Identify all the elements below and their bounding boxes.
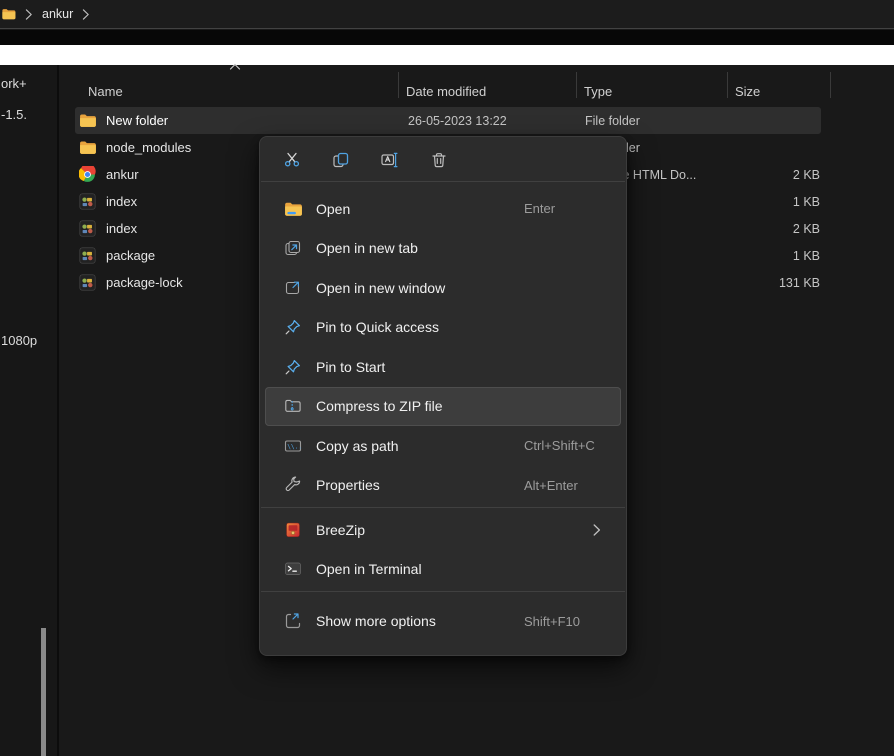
- menu-item-pin-to-quick-access[interactable]: Pin to Quick access: [265, 308, 621, 348]
- column-header-size[interactable]: Size: [735, 84, 760, 99]
- folder-icon: [79, 139, 96, 156]
- file-type: File folder: [585, 114, 640, 128]
- menu-item-label: Properties: [316, 477, 380, 493]
- menu-item-label: Copy as path: [316, 438, 399, 454]
- menu-item-pin-to-start[interactable]: Pin to Start: [265, 347, 621, 387]
- cropped-left-pane: ork+ -1.5. 1080p: [0, 65, 57, 756]
- breadcrumb-segment[interactable]: ankur: [42, 7, 73, 21]
- menu-item-open-in-new-window[interactable]: Open in new window: [265, 268, 621, 308]
- scrollbar-thumb[interactable]: [41, 628, 46, 756]
- show-more-icon: [284, 612, 302, 630]
- app-file-icon: [79, 193, 96, 210]
- menu-separator: [261, 507, 625, 508]
- pin-icon: [284, 358, 302, 376]
- menu-item-label: Pin to Quick access: [316, 319, 439, 335]
- rename-icon: [380, 150, 400, 170]
- dark-strip: [0, 30, 894, 45]
- cropped-text-fragment: ork+: [1, 76, 27, 91]
- column-header-date-modified[interactable]: Date modified: [406, 84, 486, 99]
- context-menu: Open Enter Open in new tab Open in new w…: [259, 136, 627, 656]
- cropped-text-fragment: 1080p: [1, 333, 37, 348]
- properties-icon: [284, 476, 302, 494]
- file-size: 2 KB: [793, 168, 820, 182]
- column-divider[interactable]: [830, 72, 831, 98]
- file-name: index: [106, 221, 137, 236]
- menu-item-breezip[interactable]: BreeZip: [265, 510, 621, 550]
- open-folder-icon: [284, 200, 302, 218]
- menu-item-properties[interactable]: Properties Alt+Enter: [265, 466, 621, 506]
- submenu-chevron-icon: [593, 524, 601, 536]
- menu-item-open[interactable]: Open Enter: [265, 189, 621, 229]
- chevron-right-icon[interactable]: [25, 9, 33, 20]
- open-new-window-icon: [284, 279, 302, 297]
- file-date-modified: 26-05-2023 13:22: [408, 114, 507, 128]
- menu-item-open-in-terminal[interactable]: Open in Terminal: [265, 550, 621, 590]
- file-size: 1 KB: [793, 249, 820, 263]
- copy-button[interactable]: [329, 148, 353, 172]
- menu-item-open-in-new-tab[interactable]: Open in new tab: [265, 229, 621, 269]
- file-name: index: [106, 194, 137, 209]
- chevron-right-icon[interactable]: [82, 9, 90, 20]
- open-new-tab-icon: [284, 239, 302, 257]
- context-menu-toolbar: [260, 141, 626, 179]
- folder-icon: [79, 112, 96, 129]
- column-header-type[interactable]: Type: [584, 84, 612, 99]
- menu-item-label: Pin to Start: [316, 359, 385, 375]
- app-file-icon: [79, 247, 96, 264]
- cut-icon: [282, 150, 302, 170]
- menu-item-show-more-options[interactable]: Show more options Shift+F10: [265, 596, 621, 646]
- file-size: 1 KB: [793, 195, 820, 209]
- menu-item-shortcut: Shift+F10: [524, 614, 580, 629]
- column-divider[interactable]: [727, 72, 728, 98]
- file-name: package: [106, 248, 155, 263]
- column-divider[interactable]: [576, 72, 577, 98]
- file-size: 131 KB: [779, 276, 820, 290]
- breadcrumb: ankur: [0, 0, 894, 29]
- menu-item-copy-as-path[interactable]: Copy as path Ctrl+Shift+C: [265, 426, 621, 466]
- menu-item-label: Open in new tab: [316, 240, 418, 256]
- menu-item-shortcut: Ctrl+Shift+C: [524, 438, 595, 453]
- delete-icon: [429, 150, 449, 170]
- menu-item-label: BreeZip: [316, 522, 365, 538]
- cropped-text-fragment: -1.5.: [1, 107, 27, 122]
- copy-icon: [331, 150, 351, 170]
- menu-item-label: Show more options: [316, 613, 436, 629]
- menu-item-label: Open in new window: [316, 280, 445, 296]
- copy-path-icon: [284, 437, 302, 455]
- breezip-icon: [284, 521, 302, 539]
- white-band: [0, 45, 894, 65]
- menu-item-label: Compress to ZIP file: [316, 398, 443, 414]
- pin-icon: [284, 318, 302, 336]
- column-divider[interactable]: [398, 72, 399, 98]
- folder-icon: [1, 7, 16, 21]
- app-file-icon: [79, 220, 96, 237]
- delete-button[interactable]: [427, 148, 451, 172]
- menu-item-compress-to-zip-file[interactable]: Compress to ZIP file: [265, 387, 621, 427]
- column-header-name[interactable]: Name: [88, 84, 123, 99]
- cut-button[interactable]: [280, 148, 304, 172]
- file-name: node_modules: [106, 140, 191, 155]
- context-menu-items: Open Enter Open in new tab Open in new w…: [260, 184, 626, 646]
- chrome-icon: [79, 166, 96, 183]
- app-file-icon: [79, 274, 96, 291]
- file-row[interactable]: New folder 26-05-2023 13:22 File folder: [75, 107, 821, 134]
- file-name: ankur: [106, 167, 139, 182]
- zip-icon: [284, 397, 302, 415]
- file-explorer-window: ankur ork+-1.5.1080p Name Date modified …: [0, 0, 894, 756]
- menu-separator: [261, 591, 625, 592]
- sort-ascending-icon: [229, 63, 241, 71]
- menu-item-shortcut: Alt+Enter: [524, 478, 578, 493]
- terminal-icon: [284, 560, 302, 578]
- menu-item-shortcut: Enter: [524, 201, 555, 216]
- file-size: 2 KB: [793, 222, 820, 236]
- menu-separator: [261, 181, 625, 182]
- file-name: package-lock: [106, 275, 183, 290]
- menu-item-label: Open in Terminal: [316, 561, 422, 577]
- file-name: New folder: [106, 113, 168, 128]
- menu-item-label: Open: [316, 201, 350, 217]
- rename-button[interactable]: [378, 148, 402, 172]
